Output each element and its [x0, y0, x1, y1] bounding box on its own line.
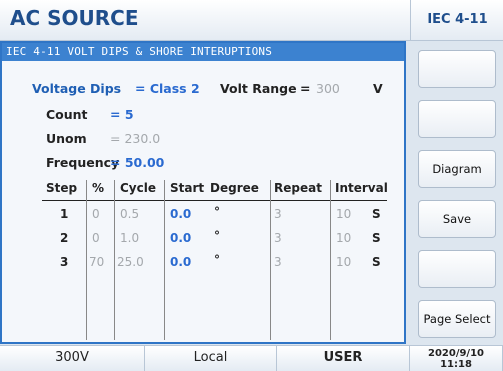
status-control-mode: Local [145, 345, 277, 371]
volt-range-label: Volt Range [220, 81, 297, 96]
column-divider [164, 180, 165, 340]
softkey-5-button[interactable] [418, 250, 496, 288]
header-step: Step [46, 181, 78, 195]
column-divider [86, 180, 87, 340]
row-interval[interactable]: 10 [336, 255, 351, 269]
status-date: 2020/9/10 [427, 348, 484, 359]
column-divider [330, 180, 331, 340]
status-voltage-range: 300V [0, 345, 145, 371]
unom-label: Unom [46, 131, 87, 146]
frequency-value[interactable]: = 50.00 [110, 155, 164, 170]
panel-title: IEC 4-11 VOLT DIPS & SHORE INTERUPTIONS [2, 43, 404, 61]
row-step: 1 [60, 207, 69, 221]
row-step: 3 [60, 255, 69, 269]
row-interval-unit: S [372, 255, 381, 269]
settings-panel: IEC 4-11 VOLT DIPS & SHORE INTERUPTIONS … [0, 41, 406, 344]
row-interval[interactable]: 10 [336, 207, 351, 221]
volt-range-equals: = [300, 81, 311, 96]
softkey-2-button[interactable] [418, 100, 496, 138]
frequency-label: Frequency [46, 155, 120, 170]
header-percent: % [92, 181, 105, 195]
row-interval[interactable]: 10 [336, 231, 351, 245]
test-code-label: IEC 4-11 [410, 0, 503, 41]
count-label: Count [46, 107, 88, 122]
row-degree[interactable]: ° [214, 229, 220, 243]
row-percent[interactable]: 70 [89, 255, 104, 269]
row-degree[interactable]: ° [214, 253, 220, 267]
page-select-button[interactable]: Page Select [418, 300, 496, 338]
row-step: 2 [60, 231, 69, 245]
row-cycle[interactable]: 0.5 [120, 207, 139, 221]
row-percent[interactable]: 0 [92, 207, 100, 221]
header-interval: Interval [335, 181, 388, 195]
softkey-1-button[interactable] [418, 50, 496, 88]
row-repeat[interactable]: 3 [274, 231, 282, 245]
count-value[interactable]: = 5 [110, 107, 134, 122]
row-start[interactable]: 0.0 [170, 207, 191, 221]
app-title: AC SOURCE [10, 6, 139, 30]
status-time: 11:18 [440, 359, 472, 370]
header-cycle: Cycle [120, 181, 156, 195]
row-degree[interactable]: ° [214, 205, 220, 219]
row-interval-unit: S [372, 207, 381, 221]
status-datetime: 2020/9/10 11:18 [410, 345, 503, 371]
header-repeat: Repeat [274, 181, 322, 195]
volt-range-value[interactable]: 300 [316, 81, 340, 96]
unom-value[interactable]: = 230.0 [110, 131, 160, 146]
row-start[interactable]: 0.0 [170, 255, 191, 269]
voltage-dips-label: Voltage Dips [32, 81, 122, 96]
diagram-button[interactable]: Diagram [418, 150, 496, 188]
column-divider [270, 180, 271, 340]
row-start[interactable]: 0.0 [170, 231, 191, 245]
column-divider [114, 180, 115, 340]
table-header-divider [42, 200, 387, 201]
row-cycle[interactable]: 1.0 [120, 231, 139, 245]
save-button[interactable]: Save [418, 200, 496, 238]
row-cycle[interactable]: 25.0 [117, 255, 144, 269]
voltage-dips-value[interactable]: = Class 2 [135, 81, 200, 96]
row-repeat[interactable]: 3 [274, 255, 282, 269]
header-start: Start [170, 181, 205, 195]
header-degree: Degree [210, 181, 259, 195]
row-interval-unit: S [372, 231, 381, 245]
row-percent[interactable]: 0 [92, 231, 100, 245]
title-bar: AC SOURCE [0, 0, 410, 41]
status-user: USER [277, 345, 410, 371]
row-repeat[interactable]: 3 [274, 207, 282, 221]
volt-range-unit: V [373, 81, 383, 96]
